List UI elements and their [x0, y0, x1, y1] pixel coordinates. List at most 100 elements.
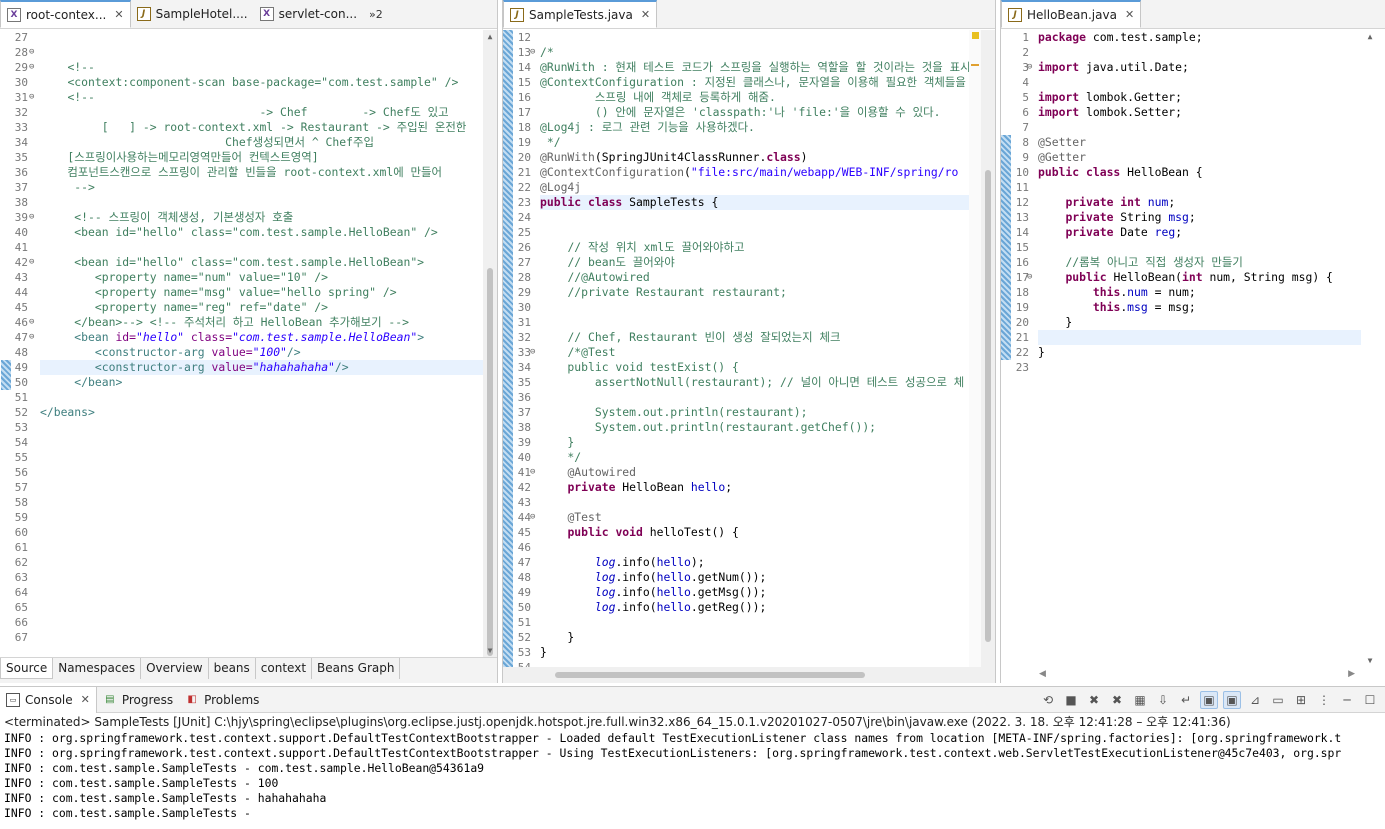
terminate-icon[interactable]: ■	[1062, 691, 1080, 709]
code-line[interactable]: @Log4j	[540, 180, 969, 195]
code-line[interactable]: import lombok.Getter;	[1038, 90, 1361, 105]
code-area[interactable]: <!-- <context:component-scan base-packag…	[40, 30, 483, 657]
code-line[interactable]	[40, 495, 483, 510]
code-line[interactable]: // bean도 끌어와야	[540, 255, 969, 270]
code-line[interactable]: <property name="num" value="10" />	[40, 270, 483, 285]
code-line[interactable]: <property name="reg" ref="date" />	[40, 300, 483, 315]
code-line[interactable]	[40, 435, 483, 450]
code-line[interactable]: 스프링 내에 객체로 등록하게 해줌.	[540, 90, 969, 105]
sampletests-editor[interactable]: 12 13 ⊖ 14 15 16 17 18 19 20 21 22 23 24 25 26 27 28 29 30 3…	[503, 30, 995, 675]
code-line[interactable]: public HelloBean(int num, String msg) {	[1038, 270, 1361, 285]
code-line[interactable]	[40, 600, 483, 615]
close-icon[interactable]: ✕	[81, 693, 90, 706]
code-line[interactable]: <constructor-arg value="100"/>	[40, 345, 483, 360]
code-line[interactable]	[1038, 45, 1361, 60]
tab-console[interactable]: ▭ Console ✕	[0, 686, 97, 713]
code-line[interactable]: -->	[40, 180, 483, 195]
code-line[interactable]: //롬복 아니고 직접 생성자 만들기	[1038, 255, 1361, 270]
close-icon[interactable]: ✕	[114, 8, 123, 21]
code-line[interactable]: -> Chef -> Chef도 있고	[40, 105, 483, 120]
pin-console-icon[interactable]: ⊿	[1246, 691, 1264, 709]
code-line[interactable]	[540, 300, 969, 315]
tab-hellobean[interactable]: J HelloBean.java ✕	[1001, 0, 1142, 28]
code-line[interactable]: @Getter	[1038, 150, 1361, 165]
code-line[interactable]: <context:component-scan base-package="co…	[40, 75, 483, 90]
code-line[interactable]: /*@Test	[540, 345, 969, 360]
code-line[interactable]	[40, 450, 483, 465]
horizontal-scrollbar[interactable]: ◀ ▶	[1001, 667, 1385, 683]
code-line[interactable]	[40, 510, 483, 525]
code-line[interactable]: log.info(hello.getNum());	[540, 570, 969, 585]
word-wrap-icon[interactable]: ↵	[1177, 691, 1195, 709]
code-line[interactable]	[40, 585, 483, 600]
console-output[interactable]: INFO : org.springframework.test.context.…	[0, 731, 1385, 821]
code-line[interactable]	[1038, 75, 1361, 90]
close-icon[interactable]: ✕	[641, 8, 650, 21]
code-line[interactable]: @Log4j : 로그 관련 기능을 사용하겠다.	[540, 120, 969, 135]
warning-marker-icon[interactable]	[972, 32, 979, 39]
code-line[interactable]	[40, 30, 483, 45]
code-line[interactable]: public class HelloBean {	[1038, 165, 1361, 180]
code-line[interactable]: //@Autowired	[540, 270, 969, 285]
clear-console-icon[interactable]: ▦	[1131, 691, 1149, 709]
code-line[interactable]: }	[540, 435, 969, 450]
code-line[interactable]	[40, 525, 483, 540]
fold-toggle-icon[interactable]: ⊖	[530, 465, 535, 480]
tab-sampletests[interactable]: J SampleTests.java ✕	[503, 0, 658, 28]
bottom-tab-context[interactable]: context	[256, 658, 313, 679]
fold-toggle-icon[interactable]: ⊖	[1027, 270, 1032, 285]
fold-toggle-icon[interactable]: ⊖	[29, 210, 34, 225]
code-line[interactable]: }	[540, 645, 969, 660]
code-line[interactable]: <!--	[40, 60, 483, 75]
code-line[interactable]: log.info(hello.getReg());	[540, 600, 969, 615]
code-line[interactable]: [ ] -> root-context.xml -> Restaurant ->…	[40, 120, 483, 135]
code-area[interactable]: package com.test.sample; import java.uti…	[1038, 30, 1361, 667]
code-line[interactable]: Chef생성되면서 ^ Chef주입	[40, 135, 483, 150]
code-line[interactable]: @RunWith : 현재 테스트 코드가 스프링을 실행하는 역할을 할 것이…	[540, 60, 969, 75]
scroll-left-icon[interactable]: ◀	[1039, 669, 1046, 679]
open-console-icon[interactable]: ⊞	[1292, 691, 1310, 709]
remove-launch-icon[interactable]: ⟲	[1039, 691, 1057, 709]
code-line[interactable]	[540, 210, 969, 225]
code-line[interactable]: // Chef, Restaurant 빈이 생성 잘되었는지 체크	[540, 330, 969, 345]
code-line[interactable]	[540, 660, 969, 667]
code-line[interactable]	[40, 45, 483, 60]
code-line[interactable]: 컴포넌트스캔으로 스프링이 관리할 빈들을 root-context.xml에 …	[40, 165, 483, 180]
bottom-tab-beans[interactable]: beans	[209, 658, 256, 679]
scroll-up-icon[interactable]: ▲	[1363, 32, 1377, 41]
code-line[interactable]	[540, 30, 969, 45]
code-line[interactable]: <property name="msg" value="hello spring…	[40, 285, 483, 300]
code-line[interactable]: log.info(hello.getMsg());	[540, 585, 969, 600]
remove-all-icon[interactable]: ✖	[1108, 691, 1126, 709]
hellobean-editor[interactable]: 1 2 3 ⊖ 4 5 6 7 8 9 10 11 12 13 14 15 16 17 ⊖ 18 19 20 21 22 23 …	[1001, 30, 1385, 667]
code-line[interactable]	[40, 480, 483, 495]
scroll-down-icon[interactable]: ▼	[483, 646, 497, 655]
scroll-down-icon[interactable]: ▼	[1363, 656, 1377, 665]
show-on-stdout-icon[interactable]: ▣	[1200, 691, 1218, 709]
code-line[interactable]	[40, 465, 483, 480]
tab-overflow-button[interactable]: »2	[363, 0, 389, 28]
code-line[interactable]	[40, 390, 483, 405]
code-line[interactable]: /*	[540, 45, 969, 60]
horizontal-scrollbar[interactable]	[503, 667, 995, 683]
fold-toggle-icon[interactable]: ⊖	[29, 90, 34, 105]
code-line[interactable]: System.out.println(restaurant.getChef())…	[540, 420, 969, 435]
close-icon[interactable]: ✕	[1125, 8, 1134, 21]
code-area[interactable]: /* @RunWith : 현재 테스트 코드가 스프링을 실행하는 역할을 할 …	[540, 30, 969, 667]
code-line[interactable]	[40, 630, 483, 645]
fold-toggle-icon[interactable]: ⊖	[1027, 60, 1032, 75]
code-line[interactable]	[40, 195, 483, 210]
tab-progress[interactable]: ▤ Progress	[97, 687, 179, 713]
code-line[interactable]: <!-- 스프링이 객체생성, 기본생성자 호출	[40, 210, 483, 225]
code-line[interactable]: <bean id="hello" class="com.test.sample.…	[40, 330, 483, 345]
annotation-marker[interactable]	[971, 64, 979, 66]
code-line[interactable]	[540, 390, 969, 405]
code-line[interactable]: <!--	[40, 90, 483, 105]
code-line[interactable]	[40, 540, 483, 555]
maximize-icon[interactable]: ☐	[1361, 691, 1379, 709]
code-line[interactable]	[40, 555, 483, 570]
tab-root-context[interactable]: X root-contex... ✕	[0, 0, 131, 28]
code-line[interactable]: log.info(hello);	[540, 555, 969, 570]
view-menu-icon[interactable]: ⋮	[1315, 691, 1333, 709]
tab-samplehotel[interactable]: J SampleHotel....	[131, 0, 254, 28]
